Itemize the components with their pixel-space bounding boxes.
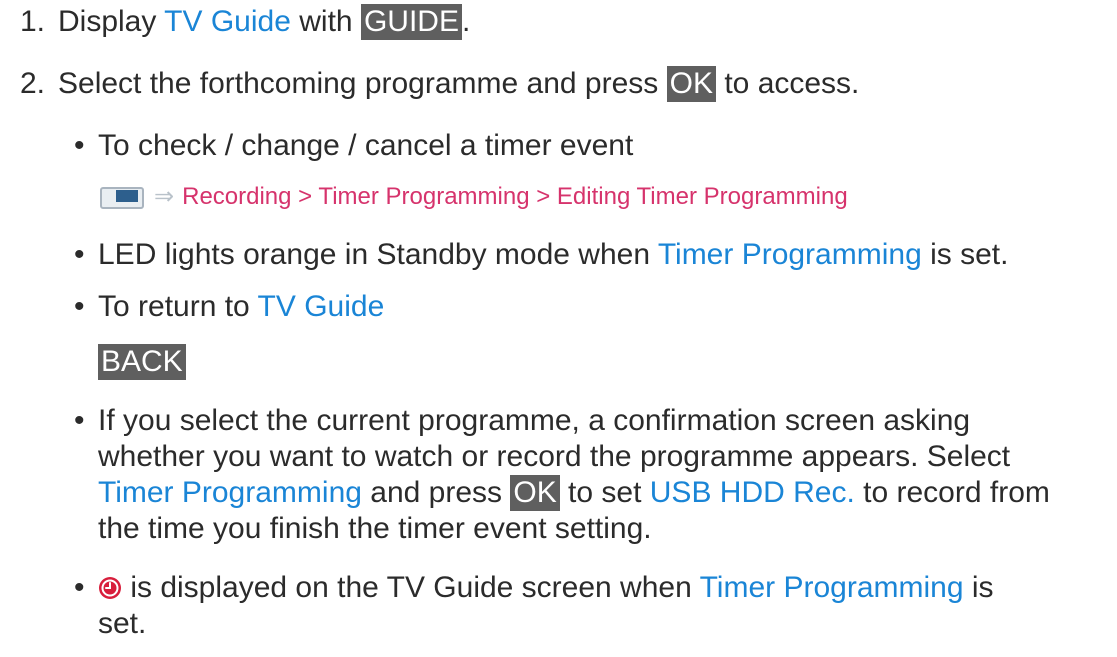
bullet-current-line-3: Timer Programming and press OK to set US… xyxy=(98,475,1050,511)
bullet-clock-line-2: set. xyxy=(98,606,146,642)
timer-clock-icon xyxy=(98,573,122,609)
bullet-text: and press xyxy=(361,476,511,509)
step-text: Display xyxy=(58,5,165,38)
step-text: to access. xyxy=(716,67,860,100)
step-number: 2. xyxy=(20,67,46,100)
bullet-text: LED lights orange in Standby mode when xyxy=(98,238,658,271)
bullet-point: • xyxy=(74,404,85,437)
timer-programming-link[interactable]: Timer Programming xyxy=(658,238,922,271)
bullet-text: To check / change / cancel a timer event xyxy=(98,129,634,162)
step-number: 1. xyxy=(20,5,46,38)
bullet-point: • xyxy=(74,571,85,604)
timer-programming-link[interactable]: Timer Programming xyxy=(700,571,964,604)
bullet-current-line-2: whether you want to watch or record the … xyxy=(98,439,1010,475)
step-text: Select the forthcoming programme and pre… xyxy=(58,67,667,100)
menu-path: ⇒ Recording > Timer Programming > Editing… xyxy=(98,182,848,212)
bullet-return: To return to TV Guide xyxy=(98,289,384,325)
guide-key-label: GUIDE xyxy=(360,4,462,40)
bullet-text: whether you want to watch or record the … xyxy=(98,440,1011,473)
tv-guide-link[interactable]: TV Guide xyxy=(258,290,385,323)
bullet-led: LED lights orange in Standby mode when T… xyxy=(98,237,1008,273)
step-1: 1. Display TV Guide with GUIDE. xyxy=(20,4,470,40)
bullet-current-line-1: If you select the current programme, a c… xyxy=(98,403,970,439)
back-key-label: BACK xyxy=(98,344,186,380)
bullet-text: the time you finish the timer event sett… xyxy=(98,512,652,545)
bullet-check-timer: To check / change / cancel a timer event xyxy=(98,128,633,164)
bullet-text: set. xyxy=(98,607,147,640)
bullet-point: • xyxy=(74,129,85,162)
bullet-text: To return to xyxy=(98,290,258,323)
ok-key-label: OK xyxy=(510,475,560,511)
step-2: 2. Select the forthcoming programme and p… xyxy=(20,66,859,102)
menu-icon xyxy=(98,185,148,209)
ok-key-label: OK xyxy=(666,66,716,102)
breadcrumb[interactable]: Recording > Timer Programming > Editing … xyxy=(182,183,848,210)
step-text: with xyxy=(290,5,361,38)
bullet-current-line-4: the time you finish the timer event sett… xyxy=(98,511,652,547)
bullet-text: to record from xyxy=(854,476,1050,509)
usb-hdd-rec-link[interactable]: USB HDD Rec. xyxy=(650,476,855,509)
step-text: . xyxy=(461,5,471,38)
bullet-text: If you select the current programme, a c… xyxy=(98,404,971,437)
arrow-right-icon: ⇒ xyxy=(154,183,175,210)
bullet-text: is xyxy=(963,571,994,604)
bullet-point: • xyxy=(74,238,85,271)
tv-guide-link[interactable]: TV Guide xyxy=(164,5,291,38)
bullet-text: is set. xyxy=(921,238,1009,271)
bullet-clock-line-1: is displayed on the TV Guide screen when… xyxy=(98,570,994,609)
timer-programming-link[interactable]: Timer Programming xyxy=(98,476,362,509)
bullet-text: to set xyxy=(559,476,650,509)
bullet-text: is displayed on the TV Guide screen when xyxy=(122,571,700,604)
back-key-row: BACK xyxy=(98,344,186,380)
bullet-point: • xyxy=(74,290,85,323)
